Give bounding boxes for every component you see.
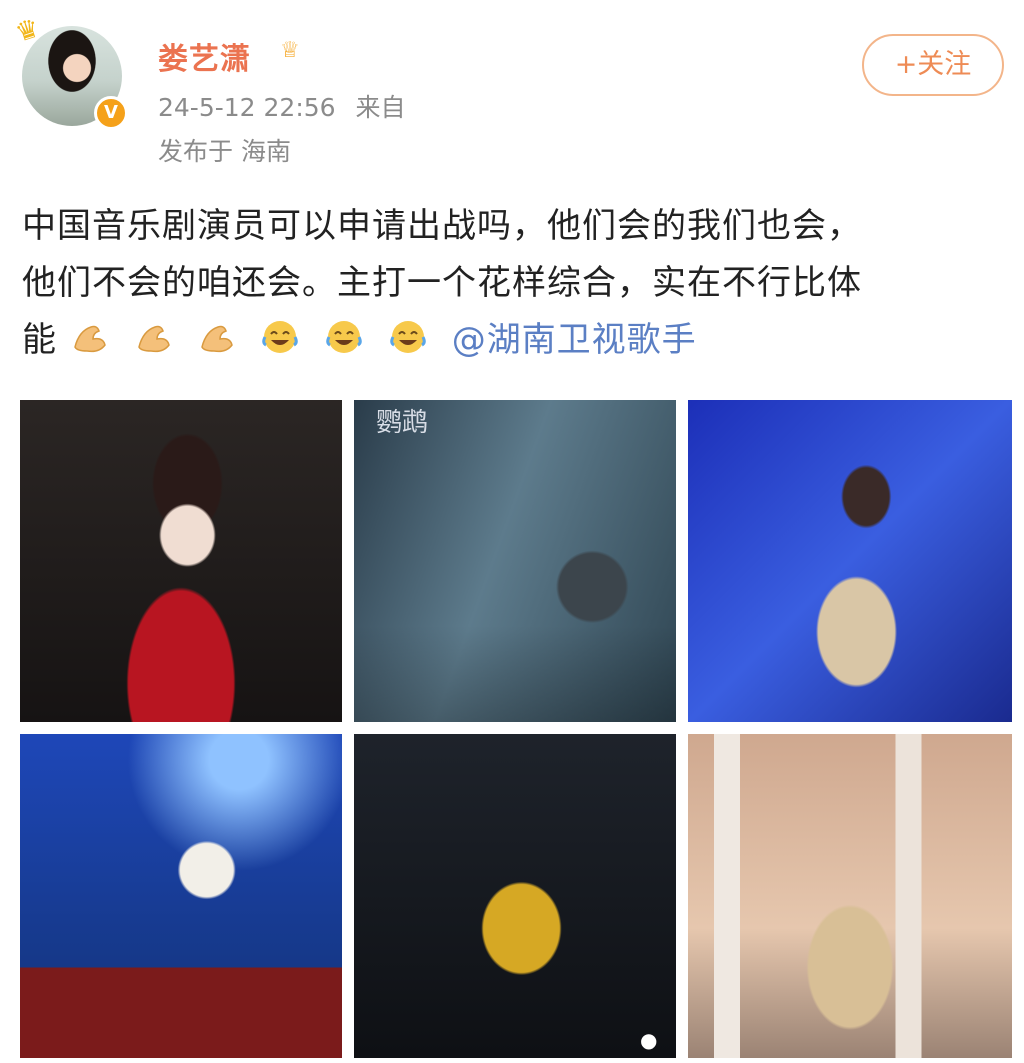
post-text-line-2: 他们不会的咱还会。主打一个花样综合，实在不行比体: [22, 263, 862, 303]
location: 发布于 海南: [158, 137, 291, 166]
post-text-line-3-start: 能: [22, 320, 57, 360]
source-label: 来自: [355, 93, 406, 122]
timestamp[interactable]: 24-5-12 22:56: [158, 93, 336, 122]
follow-button[interactable]: +关注: [862, 34, 1004, 96]
flexed-biceps-emoji-icon: [201, 325, 234, 353]
post-image-4[interactable]: [20, 734, 342, 1058]
post-meta: 24-5-12 22:56 来自: [158, 88, 406, 124]
post-image-6[interactable]: [688, 734, 1012, 1058]
verified-icon: V: [94, 96, 128, 130]
watermark-icon: ●: [640, 1028, 658, 1052]
post-image-5[interactable]: [354, 734, 676, 1058]
poster-title: 鹦鹉: [376, 408, 429, 438]
post-image-3[interactable]: [688, 400, 1012, 722]
flexed-biceps-emoji-icon: [74, 325, 106, 353]
post-text-line-3: 能 @湖南卫视歌手: [22, 312, 1002, 369]
post-text: 中国音乐剧演员可以申请出战吗，他们会的我们也会， 他们不会的咱还会。主打一个花样…: [22, 198, 1002, 369]
username[interactable]: 娄艺潇: [158, 34, 251, 78]
vip-crown-icon: ♕: [280, 38, 300, 63]
post-text-line-1: 中国音乐剧演员可以申请出战吗，他们会的我们也会，: [22, 206, 862, 246]
laughing-tears-emoji-icon: [262, 321, 299, 353]
avatar[interactable]: ♛ V: [12, 13, 128, 130]
laughing-tears-emoji-icon: [326, 321, 362, 353]
mention-link[interactable]: @湖南卫视歌手: [452, 320, 697, 360]
post-image-2[interactable]: 鹦鹉: [354, 400, 676, 722]
flexed-biceps-emoji-icon: [137, 325, 170, 353]
laughing-tears-emoji-icon: [390, 321, 426, 353]
post-image-1[interactable]: [20, 400, 342, 722]
